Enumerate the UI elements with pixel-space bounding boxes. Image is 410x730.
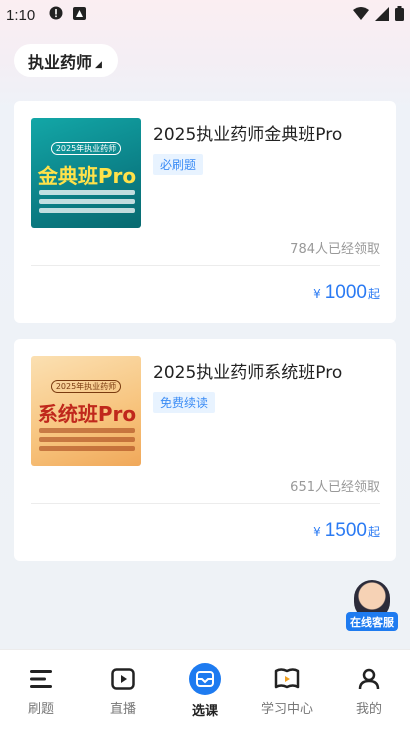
tab-label: 选课 — [191, 704, 218, 719]
alert-icon — [49, 6, 63, 24]
card-divider — [31, 503, 380, 504]
thumbnail-tag: 2025年执业药师 — [51, 380, 121, 393]
thumbnail-feature-lines — [39, 428, 135, 451]
course-thumbnail: 2025年执业药师 金典班Pro — [31, 118, 141, 228]
price-amount: 1500 — [324, 520, 367, 541]
user-icon — [355, 665, 383, 693]
course-card[interactable]: 2025年执业药师 系统班Pro 2025执业药师系统班Pro 免费续读 651… — [14, 339, 396, 561]
price-suffix: 起 — [367, 287, 380, 301]
card-divider — [31, 265, 380, 266]
tab-live[interactable]: 直播 — [82, 650, 164, 730]
claimed-count: 651人已经领取 — [290, 480, 380, 495]
currency-symbol: ¥ — [313, 525, 321, 539]
thumbnail-feature-lines — [39, 190, 135, 213]
bottom-tab-bar: 刷题 直播 选课 学习中心 我的 — [0, 649, 410, 730]
mail-icon — [189, 663, 221, 695]
app-notification-icon — [73, 6, 87, 24]
thumbnail-title: 系统班Pro — [37, 402, 137, 426]
tab-label: 刷题 — [27, 702, 54, 717]
course-price: ¥ 1000 起 — [313, 282, 380, 304]
status-right — [353, 6, 404, 25]
status-bar: 1:10 — [0, 0, 410, 30]
battery-icon — [395, 6, 404, 25]
exam-category-selector[interactable]: 执业药师 ◢ — [14, 44, 118, 77]
claimed-count: 784人已经领取 — [290, 242, 380, 257]
price-amount: 1000 — [324, 282, 367, 303]
wifi-icon — [353, 6, 369, 25]
tab-courses[interactable]: 选课 — [164, 650, 246, 730]
tab-mine[interactable]: 我的 — [328, 650, 410, 730]
course-title: 2025执业药师金典班Pro — [153, 125, 343, 145]
course-title: 2025执业药师系统班Pro — [153, 363, 343, 383]
book-play-icon — [273, 665, 301, 693]
exam-category-label: 执业药师 — [28, 52, 93, 72]
caret-down-icon: ◢ — [95, 59, 102, 70]
tab-study-center[interactable]: 学习中心 — [246, 650, 328, 730]
thumbnail-tag: 2025年执业药师 — [51, 142, 121, 155]
menu-icon — [27, 665, 55, 693]
signal-icon — [375, 6, 389, 25]
thumbnail-title: 金典班Pro — [37, 164, 137, 188]
course-price: ¥ 1500 起 — [313, 520, 380, 542]
tab-label: 直播 — [109, 702, 136, 717]
online-service-button[interactable]: 在线客服 — [346, 578, 398, 634]
tab-label: 学习中心 — [260, 702, 313, 717]
course-badge: 免费续读 — [153, 392, 216, 413]
course-card[interactable]: 2025年执业药师 金典班Pro 2025执业药师金典班Pro 必刷题 784人… — [14, 101, 396, 323]
price-suffix: 起 — [367, 525, 380, 539]
tab-practice[interactable]: 刷题 — [0, 650, 82, 730]
play-icon — [109, 665, 137, 693]
tab-label: 我的 — [355, 702, 382, 717]
currency-symbol: ¥ — [313, 287, 321, 301]
status-time: 1:10 — [6, 6, 36, 24]
course-badge: 必刷题 — [153, 154, 204, 175]
course-thumbnail: 2025年执业药师 系统班Pro — [31, 356, 141, 466]
online-service-label: 在线客服 — [346, 612, 398, 631]
